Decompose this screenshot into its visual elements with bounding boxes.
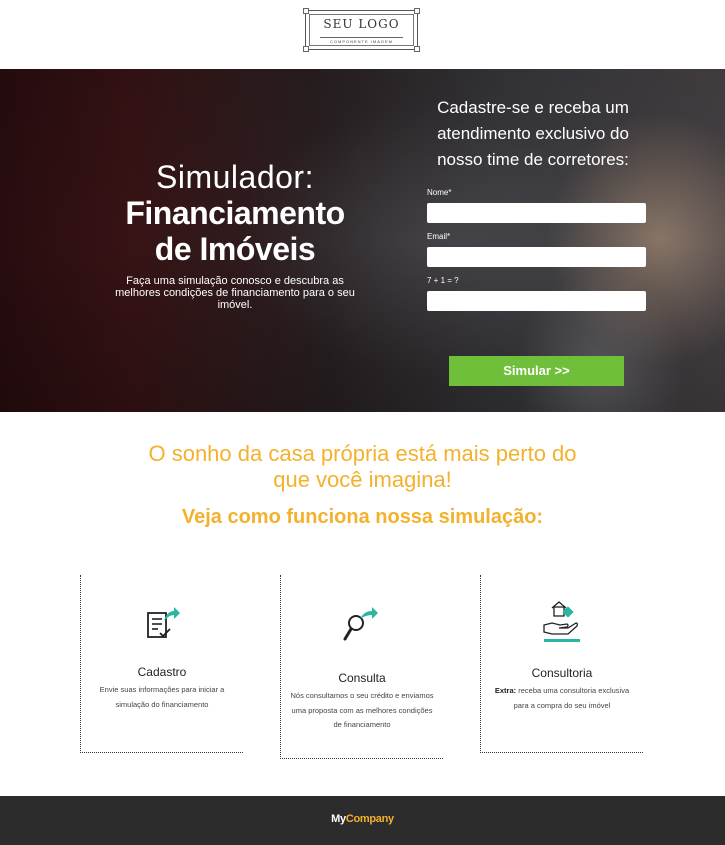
header: SEU LOGO COMPONENTE IMAGEM bbox=[0, 0, 725, 69]
footer-brand-part1: My bbox=[331, 813, 346, 825]
step-title: Consultoria bbox=[531, 666, 593, 680]
name-field[interactable] bbox=[427, 203, 646, 223]
logo-text: SEU LOGO bbox=[323, 17, 400, 31]
step-text: Nós consultamos o seu crédito e enviamos… bbox=[290, 691, 434, 729]
hand-house-icon bbox=[540, 599, 584, 643]
simulate-button[interactable]: Simular >> bbox=[449, 356, 624, 386]
hero-title-bold: Financiamento bbox=[125, 195, 345, 231]
main-headline-text: O sonho da casa própria está mais perto … bbox=[148, 441, 577, 492]
sub-headline: Veja como funciona nossa simulação: bbox=[181, 506, 544, 528]
footer-brand-part2: Company bbox=[345, 813, 394, 825]
captcha-field[interactable] bbox=[427, 291, 646, 311]
step-text-bold: Extra: bbox=[494, 686, 517, 695]
logo-corner bbox=[414, 8, 420, 14]
logo-corner bbox=[303, 46, 309, 52]
hero-title-bold: de Imóveis bbox=[154, 231, 316, 267]
step-title: Cadastro bbox=[137, 665, 187, 679]
captcha-label: 7 + 1 = ? bbox=[427, 276, 459, 285]
name-label: Nome* bbox=[427, 188, 452, 197]
step-text: Extra: receba uma consultoria exclusiva … bbox=[487, 684, 637, 713]
hero-intro: Simulador: Financiamento de Imóveis Faça… bbox=[100, 159, 370, 311]
step-card-consultoria: Consultoria Extra: receba uma consultori… bbox=[480, 575, 643, 753]
step-text: Envie suas informações para iniciar a si… bbox=[99, 685, 225, 709]
logo-subtext: COMPONENTE IMAGEM bbox=[329, 39, 393, 44]
logo-rule bbox=[320, 37, 403, 38]
footer: MyCompany bbox=[0, 796, 725, 845]
logo-corner bbox=[414, 46, 420, 52]
main-headline: O sonho da casa própria está mais perto … bbox=[0, 441, 725, 493]
form-title: Cadastre-se e receba um atendimento excl… bbox=[437, 98, 629, 169]
logo[interactable]: SEU LOGO COMPONENTE IMAGEM bbox=[303, 8, 420, 52]
step-title: Consulta bbox=[338, 671, 386, 685]
hero-banner: Simulador: Financiamento de Imóveis Faça… bbox=[0, 69, 725, 412]
step-text-body: receba uma consultoria exclusiva para a … bbox=[513, 686, 630, 710]
step-card-consulta: Consulta Nós consultamos o seu crédito e… bbox=[280, 575, 443, 759]
step-card-cadastro: Cadastro Envie suas informações para ini… bbox=[80, 575, 243, 753]
logo-corner bbox=[303, 8, 309, 14]
checklist-icon bbox=[140, 605, 184, 649]
hero-description: Faça uma simulação conosco e descubra as… bbox=[115, 275, 355, 311]
email-field[interactable] bbox=[427, 247, 646, 267]
hero-title: Simulador: bbox=[156, 159, 314, 195]
email-label: Email* bbox=[427, 232, 451, 241]
footer-brand[interactable]: MyCompany bbox=[0, 813, 725, 825]
magnifier-icon bbox=[340, 605, 384, 649]
